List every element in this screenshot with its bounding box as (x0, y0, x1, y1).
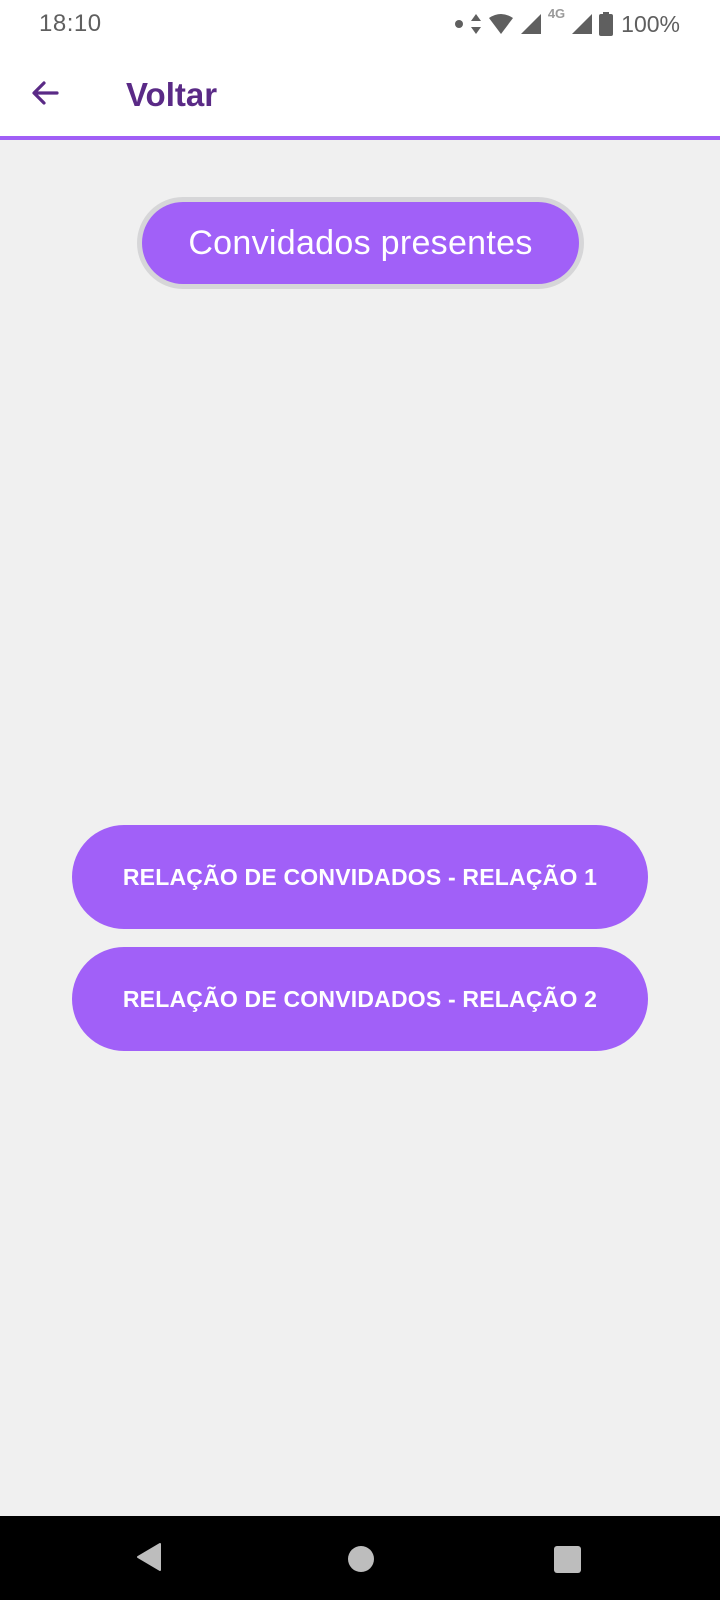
network-type-label: 4G (547, 6, 566, 21)
wifi-icon (488, 14, 513, 34)
status-time: 18:10 (39, 10, 102, 37)
status-icons: 4G 100% (454, 6, 680, 40)
signal-icon (520, 14, 541, 34)
signal-icon-2 (572, 14, 593, 34)
guest-list-1-button[interactable]: RELAÇÃO DE CONVIDADOS - RELAÇÃO 1 (72, 825, 648, 929)
nav-home-icon[interactable] (348, 1546, 374, 1572)
notification-dot-icon (454, 20, 463, 28)
status-bar: 18:10 4G 100% (0, 0, 720, 48)
main-content: Convidados presentes RELAÇÃO DE CONVIDAD… (0, 144, 720, 1516)
battery-percentage: 100% (621, 10, 680, 37)
app-bar: Voltar (0, 48, 720, 140)
battery-icon (599, 12, 614, 36)
app-bar-title[interactable]: Voltar (126, 76, 217, 114)
back-button[interactable] (20, 68, 70, 118)
data-arrows-icon (470, 14, 481, 34)
nav-back-icon[interactable] (136, 1542, 162, 1572)
nav-recents-icon[interactable] (554, 1546, 581, 1573)
system-nav-bar (0, 1516, 720, 1600)
guest-list-2-button[interactable]: RELAÇÃO DE CONVIDADOS - RELAÇÃO 2 (72, 947, 648, 1051)
arrow-left-icon (32, 81, 59, 105)
heading-pill: Convidados presentes (142, 202, 579, 284)
